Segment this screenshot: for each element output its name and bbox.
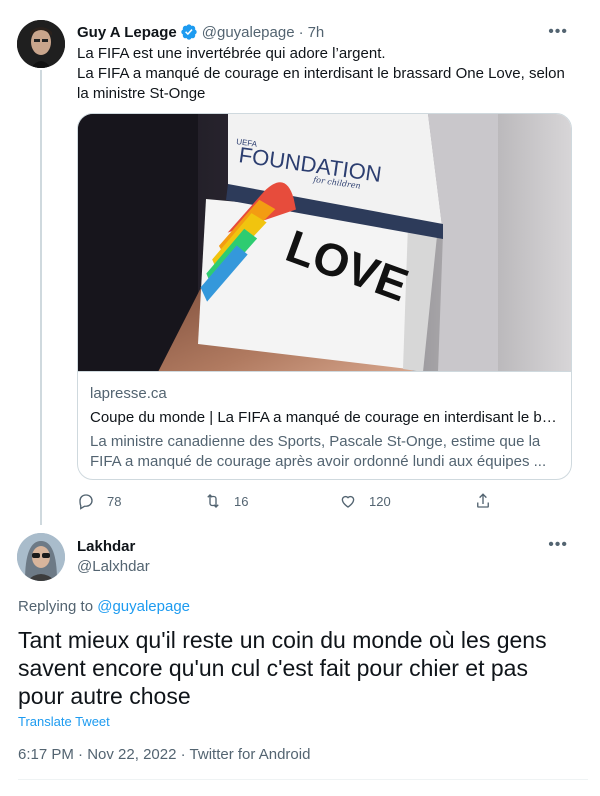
avatar-photo bbox=[17, 533, 65, 581]
verified-badge-icon bbox=[181, 24, 197, 40]
tweet-text-line: La FIFA a manqué de courage en interdisa… bbox=[77, 65, 565, 102]
replying-to-handle-link[interactable]: @guyalepage bbox=[97, 598, 190, 615]
thread-connector-line bbox=[40, 70, 42, 525]
replying-to-label: Replying to bbox=[18, 598, 94, 615]
tweet-date[interactable]: Nov 22, 2022 bbox=[87, 746, 176, 763]
tweet-source[interactable]: Twitter for Android bbox=[190, 746, 311, 763]
translate-tweet-link[interactable]: Translate Tweet bbox=[18, 714, 110, 729]
reply-icon bbox=[79, 494, 93, 510]
replying-to: Replying to @guyalepage bbox=[18, 598, 190, 615]
retweet-icon bbox=[207, 494, 219, 508]
separator: · bbox=[78, 746, 84, 763]
armband-photo: LOVE FOUNDATION UEFA for children bbox=[78, 114, 571, 371]
timestamp[interactable]: 7h bbox=[308, 24, 325, 41]
retweet-button[interactable]: 16 bbox=[204, 492, 248, 510]
reply-button[interactable]: 78 bbox=[77, 492, 121, 510]
share-icon bbox=[477, 493, 489, 508]
tweet-timestamp-line: 6:17 PM · Nov 22, 2022 · Twitter for And… bbox=[18, 746, 310, 763]
tweet-time[interactable]: 6:17 PM bbox=[18, 746, 74, 763]
tweet-header: Guy A Lepage @guyalepage · 7h ••• bbox=[77, 22, 580, 42]
more-icon[interactable]: ••• bbox=[548, 536, 568, 554]
avatar[interactable] bbox=[17, 533, 65, 581]
tweet-actions: 78 16 120 bbox=[77, 491, 497, 511]
link-preview-card[interactable]: LOVE FOUNDATION UEFA for children lapres… bbox=[77, 113, 572, 480]
tweet-text: Tant mieux qu'il reste un coin du monde … bbox=[18, 627, 547, 709]
author-name[interactable]: Guy A Lepage bbox=[77, 24, 177, 41]
tweet-text-line: La FIFA est une invertébrée qui adore l’… bbox=[77, 45, 386, 62]
divider bbox=[18, 779, 588, 780]
card-description: La ministre canadienne des Sports, Pasca… bbox=[90, 433, 547, 470]
like-count: 120 bbox=[369, 493, 391, 509]
separator: · bbox=[180, 746, 186, 763]
like-button[interactable]: 120 bbox=[339, 492, 391, 510]
avatar[interactable] bbox=[17, 20, 65, 68]
author-name[interactable]: Lakhdar bbox=[77, 538, 135, 555]
card-meta: lapresse.ca Coupe du monde | La FIFA a m… bbox=[90, 384, 559, 472]
retweet-count: 16 bbox=[234, 493, 249, 509]
card-domain: lapresse.ca bbox=[90, 385, 167, 402]
author-handle[interactable]: @guyalepage bbox=[202, 24, 295, 41]
reply-count: 78 bbox=[107, 493, 122, 509]
share-button[interactable] bbox=[474, 492, 504, 510]
like-icon bbox=[341, 495, 355, 508]
separator: · bbox=[298, 23, 304, 41]
avatar-photo bbox=[17, 20, 65, 68]
more-icon[interactable]: ••• bbox=[548, 23, 568, 41]
card-image[interactable]: LOVE FOUNDATION UEFA for children bbox=[78, 114, 571, 372]
author-handle[interactable]: @Lalxhdar bbox=[77, 558, 150, 575]
card-title: Coupe du monde | La FIFA a manqué de cou… bbox=[90, 409, 559, 426]
tweet-text: La FIFA est une invertébrée qui adore l’… bbox=[77, 44, 576, 104]
